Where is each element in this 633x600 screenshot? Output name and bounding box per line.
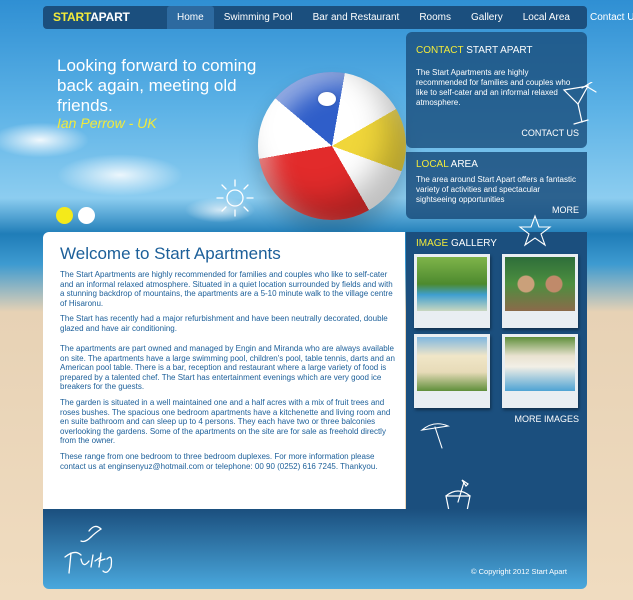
contact-title-highlight: CONTACT <box>416 45 464 56</box>
nav-item-rooms[interactable]: Rooms <box>409 6 461 29</box>
main-content: Welcome to Start Apartments The Start Ap… <box>43 232 405 509</box>
contact-panel: CONTACT START APART The Start Apartments… <box>406 32 597 148</box>
gallery-title: IMAGE GALLERY <box>416 238 497 249</box>
hero-quote: Looking forward to coming back again, me… <box>57 56 257 115</box>
image-gallery: IMAGE GALLERY MORE IMAGES <box>406 214 587 517</box>
slider-dot-active[interactable] <box>56 207 73 224</box>
turkey-logo[interactable] <box>61 523 121 579</box>
nav-item-bar-and-restaurant[interactable]: Bar and Restaurant <box>303 6 410 29</box>
top-navigation: STARTAPART Home Swimming Pool Bar and Re… <box>43 6 633 29</box>
local-more-link[interactable]: MORE <box>552 205 579 215</box>
gallery-thumb-building[interactable] <box>414 334 490 408</box>
nav-item-contact-us[interactable]: Contact Us <box>580 6 633 29</box>
contact-panel-title: CONTACT START APART <box>416 45 533 56</box>
paragraph-garden: The garden is situated in a well maintai… <box>60 398 391 446</box>
contact-us-link[interactable]: CONTACT US <box>521 128 579 138</box>
paragraph-refurbishment: The Start has recently had a major refur… <box>60 314 388 333</box>
logo-part-start: START <box>53 10 91 24</box>
main-menu: Home Swimming Pool Bar and Restaurant Ro… <box>167 6 633 29</box>
site-logo[interactable]: STARTAPART <box>53 10 130 24</box>
gallery-thumb-poolside[interactable] <box>502 334 578 408</box>
gallery-thumb-pool[interactable] <box>414 254 490 328</box>
local-title-highlight: LOCAL <box>416 159 449 170</box>
beach-ball-cap <box>318 92 336 106</box>
page-title: Welcome to Start Apartments <box>60 244 281 263</box>
footer: © Copyright 2012 Start Apart <box>43 509 587 589</box>
contact-panel-text: The Start Apartments are highly recommen… <box>416 68 571 107</box>
cocktail-icon <box>562 82 597 125</box>
local-area-panel: LOCAL AREA The area around Start Apart o… <box>406 152 587 219</box>
hero-author: Ian Perrow - UK <box>57 115 157 131</box>
gallery-thumb-musicians[interactable] <box>502 254 578 328</box>
local-panel-text: The area around Start Apart offers a fan… <box>416 175 576 204</box>
gallery-title-rest: GALLERY <box>448 238 497 249</box>
more-images-link[interactable]: MORE IMAGES <box>514 414 579 424</box>
gallery-title-highlight: IMAGE <box>416 238 449 249</box>
umbrella-icon <box>420 423 450 449</box>
copyright-text: © Copyright 2012 Start Apart <box>471 567 567 576</box>
nav-item-swimming-pool[interactable]: Swimming Pool <box>214 6 303 29</box>
paragraph-facilities: The apartments are part owned and manage… <box>60 344 395 392</box>
starfish-icon <box>518 214 552 247</box>
local-title-rest: AREA <box>448 159 478 170</box>
nav-item-home[interactable]: Home <box>167 6 214 29</box>
local-panel-title: LOCAL AREA <box>416 159 478 170</box>
nav-item-gallery[interactable]: Gallery <box>461 6 513 29</box>
slider-dot[interactable] <box>78 207 95 224</box>
contact-title-rest: START APART <box>463 45 533 56</box>
sun-icon <box>216 179 254 217</box>
nav-item-local-area[interactable]: Local Area <box>513 6 580 29</box>
logo-part-apart: APART <box>90 10 130 24</box>
paragraph-contact: These range from one bedroom to three be… <box>60 452 378 471</box>
paragraph-intro: The Start Apartments are highly recommen… <box>60 270 393 308</box>
